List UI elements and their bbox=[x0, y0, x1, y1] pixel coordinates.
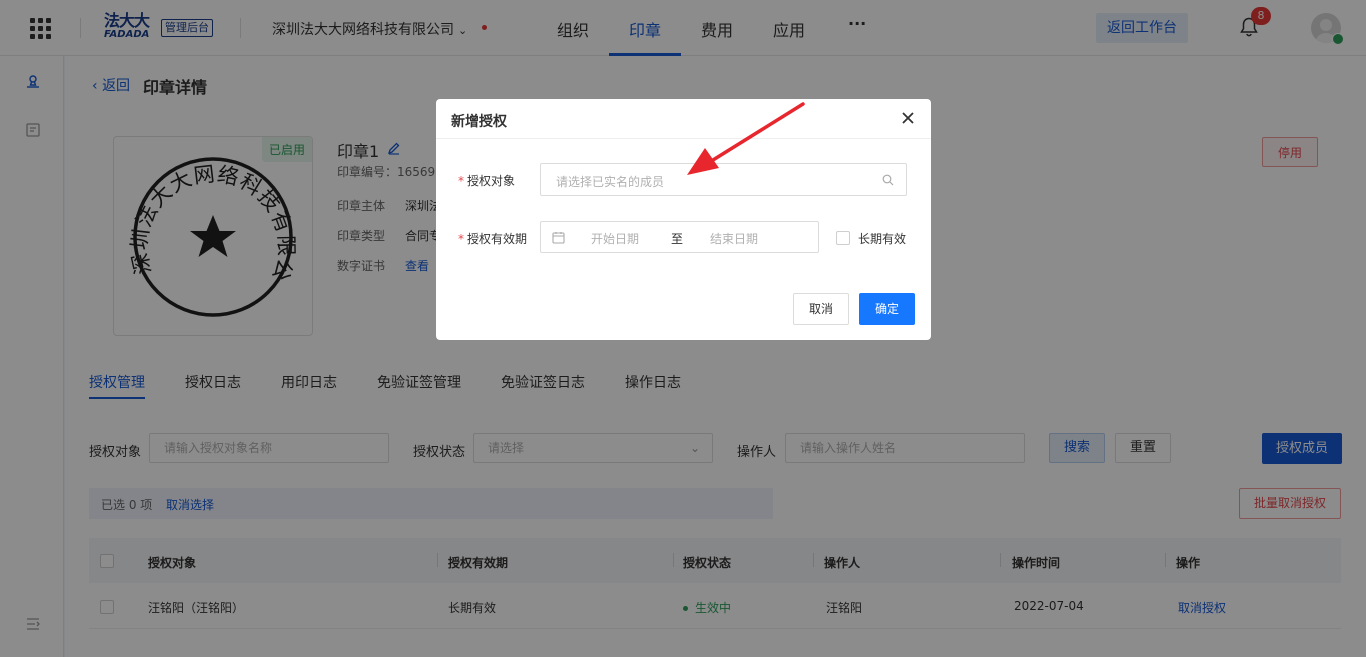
search-icon bbox=[882, 174, 894, 186]
cancel-button[interactable]: 取消 bbox=[793, 293, 849, 325]
dialog-divider bbox=[436, 138, 931, 139]
required-mark: * bbox=[458, 232, 464, 246]
confirm-button[interactable]: 确定 bbox=[859, 293, 915, 325]
dialog-title: 新增授权 bbox=[451, 114, 507, 130]
long-term-checkbox[interactable] bbox=[836, 231, 850, 245]
target-placeholder: 请选择已实名的成员 bbox=[556, 175, 665, 189]
calendar-icon bbox=[552, 232, 565, 244]
required-mark: * bbox=[458, 174, 464, 188]
target-member-select[interactable]: 请选择已实名的成员 bbox=[540, 163, 907, 196]
target-field-label: * 授权对象 bbox=[458, 172, 515, 189]
start-date-input[interactable]: 开始日期 bbox=[591, 230, 639, 247]
validity-date-range[interactable]: 开始日期 至 结束日期 bbox=[540, 221, 819, 253]
long-term-label[interactable]: 长期有效 bbox=[858, 230, 906, 247]
close-icon[interactable] bbox=[901, 111, 915, 125]
add-authorization-dialog: 新增授权 * 授权对象 请选择已实名的成员 * 授权有效期 开始日期 至 结束日期 … bbox=[436, 99, 931, 340]
target-label-text: 授权对象 bbox=[467, 174, 516, 188]
validity-label-text: 授权有效期 bbox=[467, 232, 528, 246]
end-date-input[interactable]: 结束日期 bbox=[710, 230, 758, 247]
range-separator: 至 bbox=[671, 232, 684, 246]
validity-field-label: * 授权有效期 bbox=[458, 230, 527, 247]
